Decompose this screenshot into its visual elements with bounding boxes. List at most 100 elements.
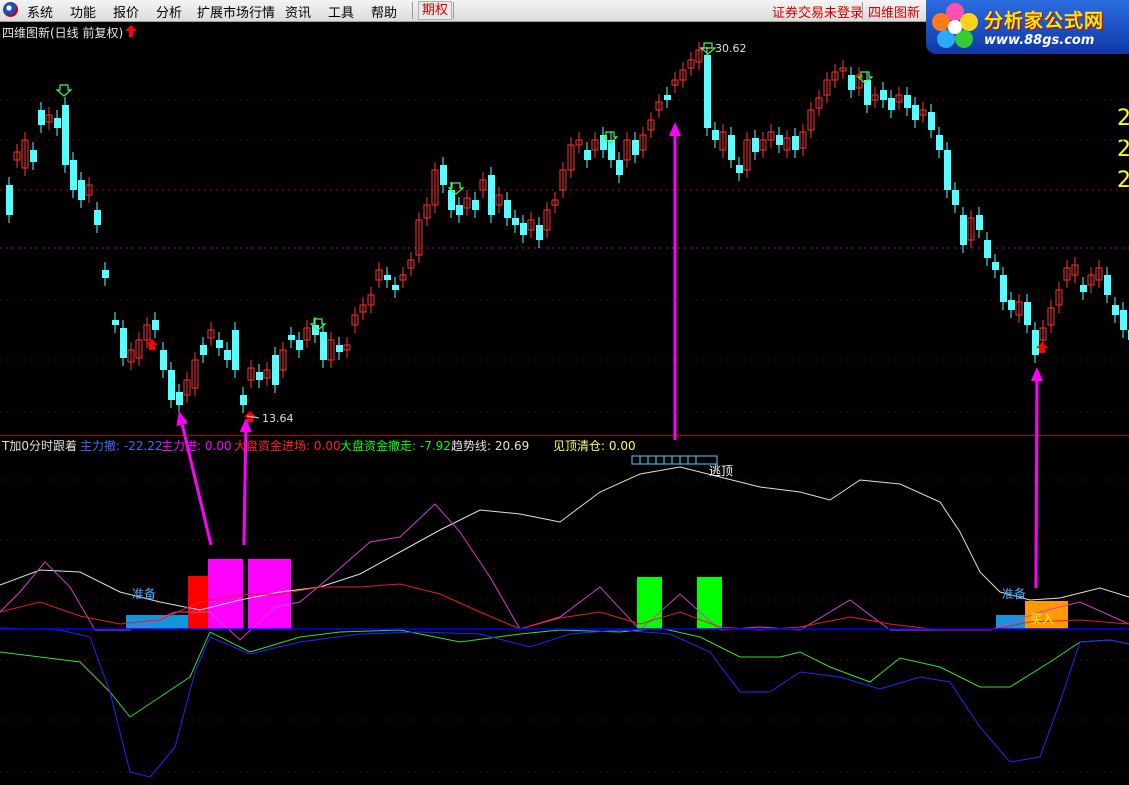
menu-options-tab[interactable]: 期权 [418, 1, 453, 20]
candle-body [224, 350, 231, 360]
menu-function[interactable]: 功能 [70, 2, 96, 21]
candles [6, 42, 1129, 413]
candle-body [102, 270, 109, 278]
brand-title: 分析家公式网 [984, 10, 1105, 32]
candle-body [512, 218, 519, 225]
main-grid [0, 99, 1129, 413]
escape-top-box [631, 455, 718, 465]
candle-body [70, 160, 77, 190]
candle-body [584, 150, 591, 160]
candle-body [520, 223, 527, 235]
candle-body [536, 225, 543, 240]
escape-segment [679, 455, 689, 465]
app-logo-icon[interactable] [3, 2, 18, 17]
candle-body [776, 135, 783, 145]
candle-body [216, 340, 223, 348]
candle-body [880, 90, 887, 100]
signal-bar [996, 615, 1025, 629]
candle-body [392, 285, 399, 290]
candle-body [960, 215, 967, 245]
prepare-label: 准备 [132, 587, 156, 601]
candle-body [30, 150, 37, 162]
candle-body [632, 140, 639, 155]
escape-segment [671, 455, 681, 465]
signal-bar [208, 559, 243, 629]
prepare-label: 准备 [1002, 587, 1026, 601]
candle-body [616, 160, 623, 175]
buy-label: 买入 [1030, 612, 1054, 626]
candle-body [936, 135, 943, 150]
escape-top-label: 逃顶 [709, 464, 733, 478]
escape-segment [655, 455, 665, 465]
candle-body [1080, 285, 1087, 292]
candlestick-chart[interactable]: 30.62 13.64 [0, 40, 1129, 438]
candle-body [200, 345, 207, 355]
high-price-label: 30.62 [715, 42, 747, 55]
candle-body [78, 180, 85, 200]
candle-body [152, 320, 159, 330]
candle-body [54, 118, 61, 128]
candle-body [320, 332, 327, 360]
down-arrow-icon [55, 84, 73, 97]
up-arrow-icon [125, 25, 137, 37]
candle-body [704, 55, 711, 128]
escape-segment [695, 455, 718, 465]
candle-body [752, 138, 759, 152]
candle-body [384, 275, 391, 280]
candle-body [1104, 275, 1111, 295]
menu-system[interactable]: 系统 [27, 2, 53, 21]
candle-body [904, 95, 911, 108]
candle-body [1008, 300, 1015, 310]
escape-segment [663, 455, 673, 465]
candle-body [1024, 302, 1031, 325]
candle-body [952, 190, 959, 205]
candle-body [38, 110, 45, 125]
main-withdraw-line [0, 627, 1129, 778]
indicator-chart[interactable]: 准备 准备 逃顶 买入 [0, 452, 1129, 785]
candle-body [288, 335, 295, 340]
pane-divider [0, 435, 1129, 436]
escape-segment [687, 455, 697, 465]
escape-segment [639, 455, 649, 465]
candle-body [272, 355, 279, 385]
candle-body [336, 345, 343, 352]
menu-news[interactable]: 资讯 [285, 2, 311, 21]
candle-body [1032, 330, 1039, 355]
candle-body [120, 328, 127, 358]
menu-quote[interactable]: 报价 [113, 2, 139, 21]
candle-body [256, 372, 263, 380]
candle-body [456, 205, 463, 215]
candle-body [6, 185, 13, 215]
candle-body [888, 98, 895, 110]
candle-body [664, 95, 671, 100]
market-withdraw-line [0, 627, 1129, 718]
candle-body [94, 210, 101, 225]
escape-segment [647, 455, 657, 465]
candle-body [1112, 305, 1119, 315]
candle-body [160, 350, 167, 370]
candle-body [472, 200, 479, 210]
candle-body [504, 200, 511, 218]
candle-body [864, 80, 871, 105]
chart-title: 四维图新(日线 前复权) [2, 26, 124, 40]
candle-body [976, 215, 983, 230]
menu-separator [453, 2, 454, 19]
menu-separator [862, 2, 863, 19]
menu-separator [412, 2, 413, 19]
candle-body [296, 340, 303, 350]
menu-tools[interactable]: 工具 [328, 2, 354, 21]
formula-name-link[interactable]: 四维图新 [868, 2, 920, 21]
candle-body [608, 140, 615, 160]
candle-body [1000, 275, 1007, 302]
candle-body [440, 165, 447, 185]
trend-line [0, 466, 1129, 611]
menu-extended-market[interactable]: 扩展市场行情 [197, 2, 275, 21]
candle-body [488, 175, 495, 215]
candle-body [736, 165, 743, 173]
menu-help[interactable]: 帮助 [371, 2, 397, 21]
candle-body [992, 262, 999, 270]
candle-body [112, 320, 119, 325]
menu-analysis[interactable]: 分析 [156, 2, 182, 21]
up-arrow-icon [146, 339, 158, 350]
login-status-link[interactable]: 证券交易未登录 [772, 2, 863, 21]
